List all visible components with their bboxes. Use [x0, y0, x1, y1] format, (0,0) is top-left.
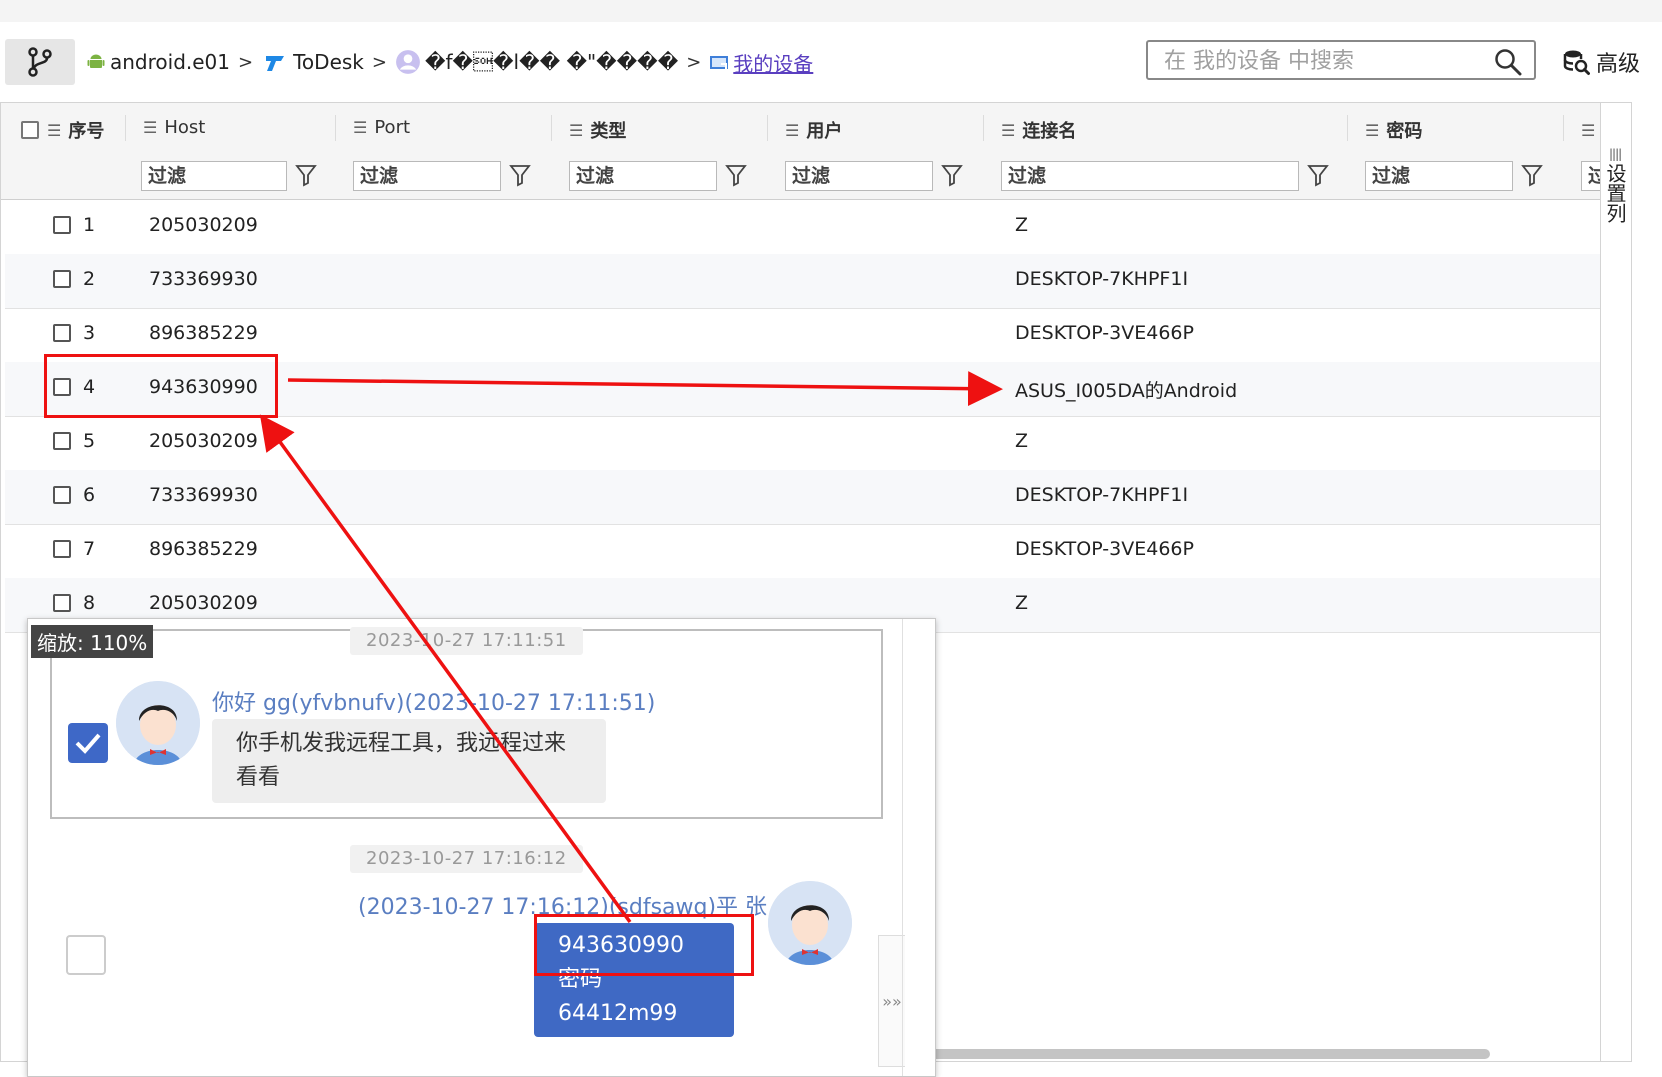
annotation-arrows — [259, 371, 1003, 924]
annotation-arrow-to-host — [259, 414, 632, 924]
annotation-arrow-to-connection — [287, 371, 1003, 407]
